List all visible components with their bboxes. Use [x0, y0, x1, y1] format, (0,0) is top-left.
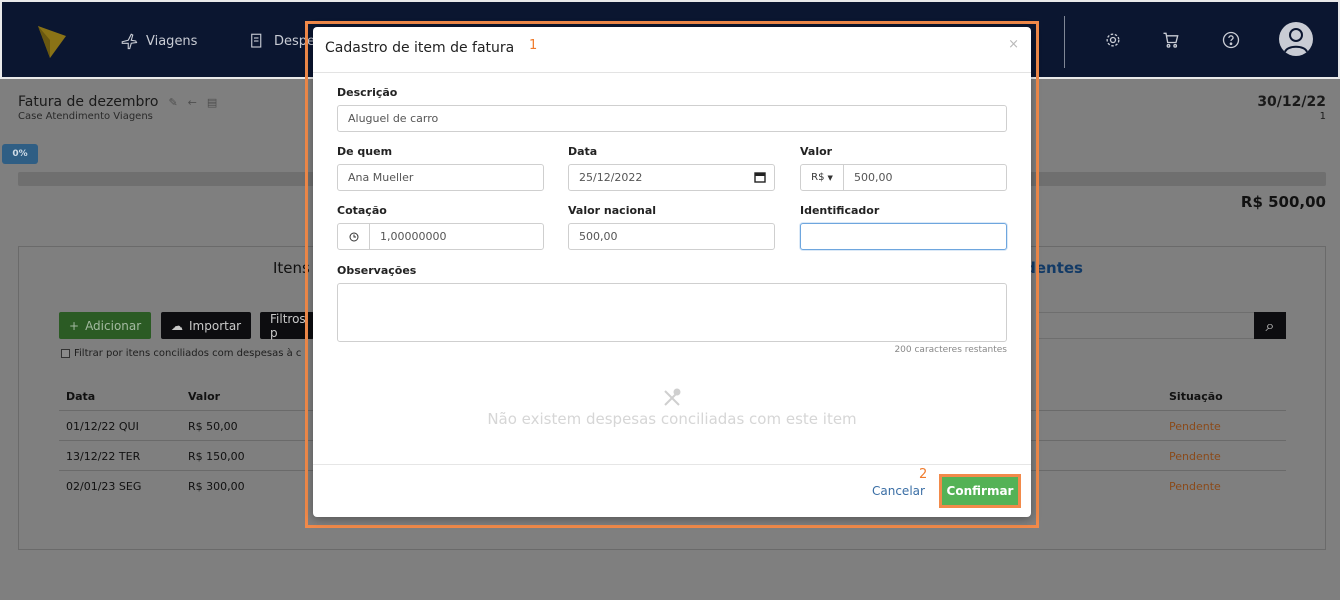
invoice-title: Fatura de dezembro — [18, 94, 159, 110]
currency-value: R$ — [811, 172, 825, 183]
row-1-valor: R$ 50,00 — [188, 420, 238, 433]
row-2-valor: R$ 150,00 — [188, 450, 245, 463]
receipt-icon — [251, 33, 262, 48]
checkbox-box[interactable] — [61, 349, 70, 358]
valor-value: 500,00 — [854, 171, 893, 184]
back-icon[interactable]: ← — [188, 96, 197, 109]
valor-nacional-label: Valor nacional — [568, 204, 657, 217]
modal-header: Cadastro de item de fatura 1 × — [313, 27, 1031, 73]
invoice-number: 1 — [1319, 111, 1326, 122]
nav-viagens-label: Viagens — [146, 33, 198, 49]
valor-nacional-input[interactable]: 500,00 — [568, 223, 775, 250]
observacoes-textarea[interactable] — [337, 283, 1007, 342]
dequem-input[interactable]: Ana Mueller — [337, 164, 544, 191]
valor-nacional-value: 500,00 — [579, 230, 618, 243]
search-button[interactable]: ⌕ — [1254, 312, 1286, 339]
avatar-icon[interactable] — [1279, 22, 1313, 56]
empty-state-text: Não existem despesas conciliadas com est… — [487, 410, 857, 428]
import-button-label: Importar — [189, 318, 242, 333]
progress-badge: 0% — [2, 144, 38, 164]
row-2-status: Pendente — [1169, 450, 1221, 463]
row-3-data: 02/01/23 SEG — [66, 480, 142, 493]
descricao-value: Aluguel de carro — [348, 112, 439, 125]
plus-icon: + — [69, 318, 80, 333]
th-data: Data — [66, 390, 96, 403]
th-situacao: Situação — [1169, 390, 1223, 403]
divider — [1064, 16, 1065, 68]
document-icon[interactable]: ▤ — [207, 96, 217, 109]
identificador-input[interactable] — [800, 223, 1007, 250]
cotacao-addon — [337, 223, 370, 250]
dequem-label: De quem — [337, 145, 393, 158]
dequem-value: Ana Mueller — [348, 171, 414, 184]
search-icon: ⌕ — [1265, 315, 1275, 335]
valor-label: Valor — [800, 145, 833, 158]
row-1-status: Pendente — [1169, 420, 1221, 433]
help-icon[interactable] — [1221, 30, 1241, 50]
cloud-icon: ☁ — [171, 318, 183, 333]
add-button[interactable]: + Adicionar — [59, 312, 152, 339]
identificador-label: Identificador — [800, 204, 880, 217]
modal-title: Cadastro de item de fatura — [325, 40, 515, 56]
cotacao-input[interactable]: 1,00000000 — [369, 223, 544, 250]
row-1-data: 01/12/22 QUI — [66, 420, 139, 433]
nav-viagens[interactable]: Viagens — [120, 32, 197, 50]
caret-down-icon: ▼ — [827, 173, 833, 182]
cart-icon[interactable] — [1161, 30, 1181, 50]
filter-checkbox-label: Filtrar por itens conciliados com despes… — [74, 348, 302, 359]
cutlery-icon — [664, 388, 681, 406]
row-2-data: 13/12/22 TER — [66, 450, 141, 463]
gear-icon[interactable] — [1103, 30, 1123, 50]
valor-input[interactable]: 500,00 — [843, 164, 1007, 191]
invoice-subtitle: Case Atendimento Viagens — [18, 111, 153, 122]
invoice-title-row: Fatura de dezembro ✎ ← ▤ — [18, 94, 217, 110]
logo-icon[interactable] — [38, 22, 66, 58]
descricao-input[interactable]: Aluguel de carro — [337, 105, 1007, 132]
add-button-label: Adicionar — [85, 318, 142, 333]
row-3-status: Pendente — [1169, 480, 1221, 493]
data-label: Data — [568, 145, 598, 158]
edit-icon[interactable]: ✎ — [168, 96, 177, 109]
annotation-1: 1 — [529, 38, 538, 53]
search-input[interactable] — [1036, 312, 1254, 339]
date-input[interactable]: 25/12/2022 — [568, 164, 775, 191]
item-dialog: Cadastro de item de fatura 1 × Descrição… — [313, 27, 1031, 517]
calendar-icon[interactable] — [754, 171, 766, 183]
date-value: 25/12/2022 — [579, 171, 643, 184]
cotacao-value: 1,00000000 — [380, 230, 447, 243]
cotacao-label: Cotação — [337, 204, 387, 217]
invoice-total: R$ 500,00 — [1240, 193, 1326, 211]
cancel-button[interactable]: Cancelar — [872, 484, 925, 498]
clock-icon — [349, 232, 358, 241]
modal-footer-divider — [313, 464, 1031, 465]
th-valor: Valor — [188, 390, 221, 403]
invoice-date: 30/12/22 — [1257, 94, 1326, 110]
close-icon[interactable]: × — [1008, 37, 1019, 52]
observacoes-label: Observações — [337, 264, 417, 277]
import-button[interactable]: ☁ Importar — [161, 312, 252, 339]
row-3-valor: R$ 300,00 — [188, 480, 245, 493]
chars-remaining: 200 caracteres restantes — [894, 345, 1007, 355]
plane-icon — [121, 33, 138, 50]
descricao-label: Descrição — [337, 86, 398, 99]
filters-button-label: Filtros p — [270, 311, 306, 340]
confirm-button[interactable]: Confirmar — [942, 477, 1018, 505]
annotation-2: 2 — [919, 467, 928, 482]
currency-select[interactable]: R$ ▼ — [800, 164, 844, 191]
filter-checkbox[interactable]: Filtrar por itens conciliados com despes… — [61, 348, 301, 359]
